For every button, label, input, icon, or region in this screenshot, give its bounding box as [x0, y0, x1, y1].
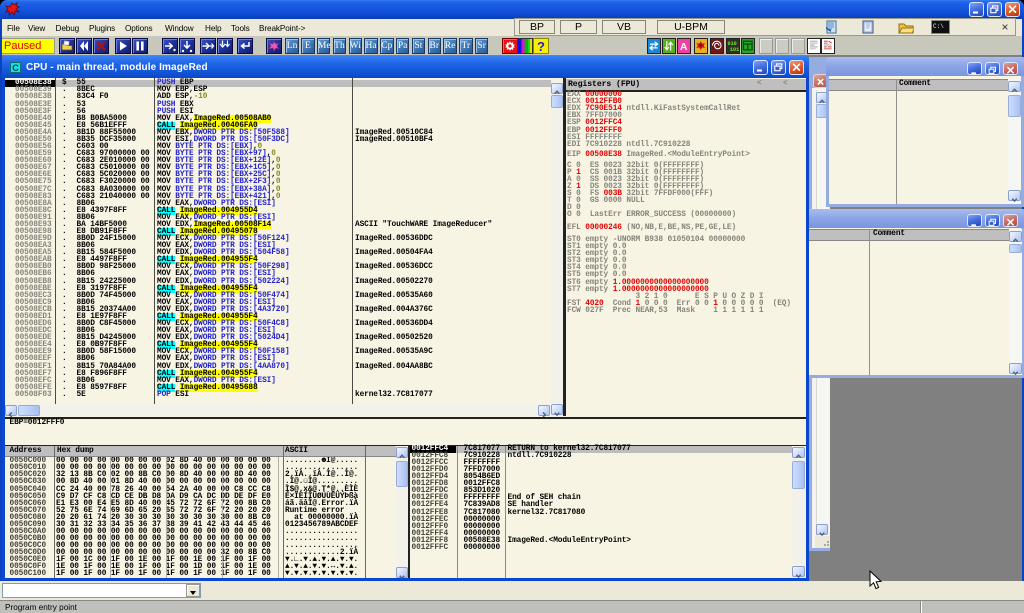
svg-text:C:\: C:\: [933, 23, 944, 30]
svg-text:A: A: [680, 41, 688, 53]
svg-text:101: 101: [730, 47, 739, 53]
